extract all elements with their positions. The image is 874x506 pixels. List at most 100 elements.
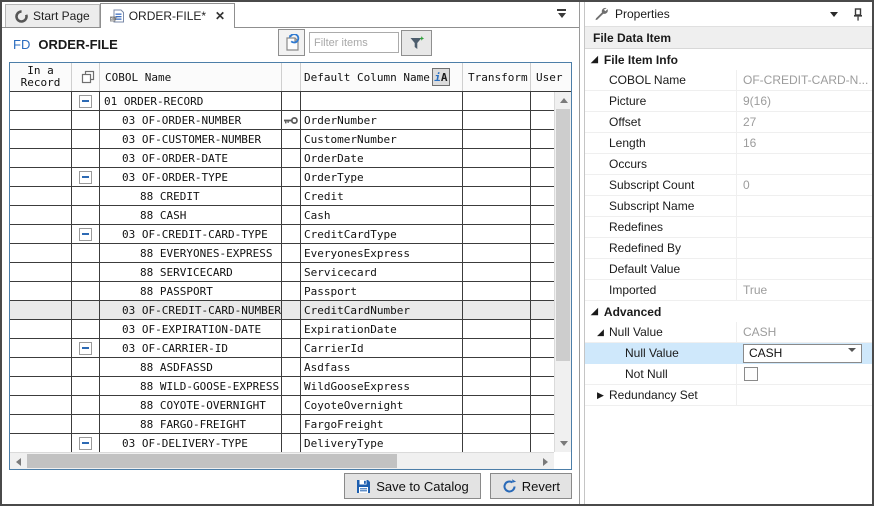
cobol-name-cell[interactable]: 03 OF-ORDER-DATE: [100, 149, 282, 167]
default-column-name-cell[interactable]: Cash: [301, 206, 463, 224]
cobol-name-cell[interactable]: 88 COYOTE-OVERNIGHT: [100, 396, 282, 414]
grid-row[interactable]: 88 COYOTE-OVERNIGHT CoyoteOvernight: [10, 396, 554, 415]
in-a-record-cell[interactable]: [10, 111, 72, 129]
transform-cell[interactable]: [463, 320, 531, 338]
filter-button[interactable]: [401, 30, 432, 56]
property-row[interactable]: ◢Null ValueCASH: [585, 322, 872, 343]
collapse-expander-icon[interactable]: [79, 342, 92, 355]
grid-row[interactable]: 88 EVERYONES-EXPRESSEveryonesExpress: [10, 244, 554, 263]
property-row[interactable]: Subscript Count0: [585, 175, 872, 196]
grid-row[interactable]: 03 OF-ORDER-DATE OrderDate: [10, 149, 554, 168]
default-column-name-cell[interactable]: OrderType: [301, 168, 463, 186]
property-row[interactable]: Not Null: [585, 364, 872, 385]
in-a-record-cell[interactable]: [10, 415, 72, 433]
property-section-header[interactable]: ◢File Item Info: [585, 49, 872, 70]
user-cell[interactable]: [531, 130, 554, 148]
cobol-name-cell[interactable]: 03 OF-CARRIER-ID: [100, 339, 282, 357]
property-row[interactable]: Length16: [585, 133, 872, 154]
column-header-key[interactable]: [282, 63, 301, 91]
transform-cell[interactable]: [463, 377, 531, 395]
column-header-user[interactable]: User: [531, 63, 571, 91]
property-row[interactable]: Redefined By: [585, 238, 872, 259]
property-section-header[interactable]: ◢Advanced: [585, 301, 872, 322]
grid-row[interactable]: 03 OF-DELIVERY-TYPE DeliveryType: [10, 434, 554, 452]
horizontal-scroll-thumb[interactable]: [27, 454, 397, 468]
transform-cell[interactable]: [463, 263, 531, 281]
cobol-name-cell[interactable]: 03 OF-DELIVERY-TYPE: [100, 434, 282, 452]
collapse-expander-icon[interactable]: [79, 171, 92, 184]
filter-items-input[interactable]: [309, 32, 399, 53]
grid-row[interactable]: 03 OF-CREDIT-CARD-NUMBERCreditCardNumber: [10, 301, 554, 320]
transform-cell[interactable]: [463, 358, 531, 376]
cobol-name-cell[interactable]: 88 CREDIT: [100, 187, 282, 205]
cobol-name-cell[interactable]: 88 ASDFASSD: [100, 358, 282, 376]
default-column-name-cell[interactable]: Credit: [301, 187, 463, 205]
cobol-name-cell[interactable]: 03 OF-ORDER-TYPE: [100, 168, 282, 186]
in-a-record-cell[interactable]: [10, 282, 72, 300]
default-column-name-cell[interactable]: CreditCardType: [301, 225, 463, 243]
default-column-name-cell[interactable]: Servicecard: [301, 263, 463, 281]
default-column-name-cell[interactable]: OrderDate: [301, 149, 463, 167]
transform-cell[interactable]: [463, 301, 531, 319]
property-row[interactable]: Null ValueCASH: [585, 343, 872, 364]
transform-cell[interactable]: [463, 111, 531, 129]
in-a-record-cell[interactable]: [10, 263, 72, 281]
scroll-down-icon[interactable]: [555, 435, 572, 452]
grid-row[interactable]: 01 ORDER-RECORD: [10, 92, 554, 111]
column-header-expand-all[interactable]: [72, 63, 100, 91]
rename-case-icon[interactable]: iA: [432, 68, 450, 86]
row-collapsed-icon[interactable]: ▶: [597, 391, 604, 400]
property-row[interactable]: ▶Redundancy Set: [585, 385, 872, 406]
grid-row[interactable]: 88 FARGO-FREIGHTFargoFreight: [10, 415, 554, 434]
vertical-scrollbar[interactable]: [554, 92, 571, 452]
cobol-name-cell[interactable]: 03 OF-CREDIT-CARD-TYPE: [100, 225, 282, 243]
user-cell[interactable]: [531, 358, 554, 376]
in-a-record-cell[interactable]: [10, 244, 72, 262]
grid-row[interactable]: 03 OF-CUSTOMER-NUMBERCustomerNumber: [10, 130, 554, 149]
cobol-name-cell[interactable]: 88 PASSPORT: [100, 282, 282, 300]
transform-cell[interactable]: [463, 396, 531, 414]
user-cell[interactable]: [531, 377, 554, 395]
transform-cell[interactable]: [463, 130, 531, 148]
grid-row[interactable]: 03 OF-CREDIT-CARD-TYPE CreditCardType: [10, 225, 554, 244]
user-cell[interactable]: [531, 339, 554, 357]
default-column-name-cell[interactable]: CoyoteOvernight: [301, 396, 463, 414]
pin-icon[interactable]: [853, 8, 863, 21]
cobol-name-cell[interactable]: 88 SERVICECARD: [100, 263, 282, 281]
default-column-name-cell[interactable]: Passport: [301, 282, 463, 300]
tab-start-page[interactable]: Start Page: [5, 4, 100, 27]
column-header-default-column-name[interactable]: Default Column Name iA: [301, 63, 463, 91]
transform-cell[interactable]: [463, 225, 531, 243]
user-cell[interactable]: [531, 396, 554, 414]
user-cell[interactable]: [531, 434, 554, 452]
grid-row[interactable]: 03 OF-ORDER-TYPE OrderType: [10, 168, 554, 187]
in-a-record-cell[interactable]: [10, 187, 72, 205]
cobol-name-cell[interactable]: 01 ORDER-RECORD: [100, 92, 282, 110]
in-a-record-cell[interactable]: [10, 320, 72, 338]
collapse-expander-icon[interactable]: [79, 228, 92, 241]
user-cell[interactable]: [531, 415, 554, 433]
grid-row[interactable]: 88 CREDIT Credit: [10, 187, 554, 206]
in-a-record-cell[interactable]: [10, 225, 72, 243]
column-header-transform[interactable]: Transform: [463, 63, 531, 91]
default-column-name-cell[interactable]: [301, 92, 463, 110]
grid-row[interactable]: 88 ASDFASSDAsdfass: [10, 358, 554, 377]
transform-cell[interactable]: [463, 168, 531, 186]
cobol-name-cell[interactable]: 03 OF-CREDIT-CARD-NUMBER: [100, 301, 282, 319]
default-column-name-cell[interactable]: DeliveryType: [301, 434, 463, 452]
vertical-scroll-thumb[interactable]: [556, 109, 570, 361]
scroll-left-icon[interactable]: [10, 453, 27, 470]
horizontal-scrollbar[interactable]: [10, 452, 554, 469]
grid-row[interactable]: 03 OF-ORDER-NUMBER OrderNumber: [10, 111, 554, 130]
cobol-name-cell[interactable]: 88 FARGO-FREIGHT: [100, 415, 282, 433]
property-row[interactable]: Redefines: [585, 217, 872, 238]
in-a-record-cell[interactable]: [10, 434, 72, 452]
cobol-name-cell[interactable]: 88 WILD-GOOSE-EXPRESS: [100, 377, 282, 395]
transform-cell[interactable]: [463, 415, 531, 433]
grid-row[interactable]: 03 OF-EXPIRATION-DATEExpirationDate: [10, 320, 554, 339]
in-a-record-cell[interactable]: [10, 377, 72, 395]
in-a-record-cell[interactable]: [10, 301, 72, 319]
property-row[interactable]: Offset27: [585, 112, 872, 133]
column-header-in-a-record[interactable]: In aRecord: [10, 63, 72, 91]
default-column-name-cell[interactable]: OrderNumber: [301, 111, 463, 129]
